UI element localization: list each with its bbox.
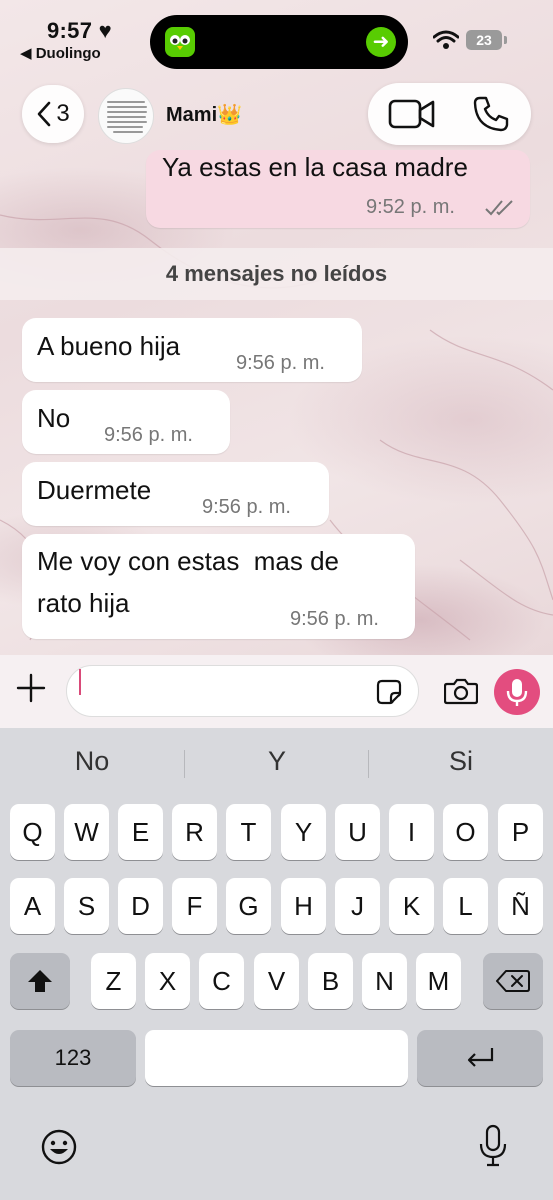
message-text: Me voy con estas mas de — [37, 546, 340, 576]
emoji-icon[interactable] — [40, 1128, 78, 1166]
key-f[interactable]: F — [172, 878, 217, 934]
contact-name[interactable]: Mami👑 — [166, 102, 242, 127]
chevron-left-icon — [38, 101, 51, 127]
key-v[interactable]: V — [254, 953, 299, 1009]
key-w[interactable]: W — [64, 804, 109, 860]
unread-divider: 4 mensajes no leídos — [0, 248, 553, 300]
key-r[interactable]: R — [172, 804, 217, 860]
message-input[interactable] — [66, 665, 419, 717]
call-actions — [368, 83, 531, 145]
video-call-icon[interactable] — [388, 97, 436, 131]
key-t[interactable]: T — [226, 804, 271, 860]
contact-avatar[interactable] — [98, 88, 154, 144]
plus-icon — [16, 673, 46, 703]
message-text: A bueno hija — [37, 331, 181, 361]
suggestion-1[interactable]: No — [0, 746, 184, 777]
message-text: No — [37, 403, 71, 433]
message-incoming[interactable]: A bueno hija 9:56 p. m. — [22, 318, 362, 382]
heart-icon: ♥ — [98, 18, 113, 43]
double-check-icon — [485, 200, 513, 216]
shift-arrow-icon — [28, 970, 52, 992]
key-n[interactable]: N — [362, 953, 407, 1009]
key-u[interactable]: U — [335, 804, 380, 860]
backspace-key[interactable] — [483, 953, 543, 1009]
key-i[interactable]: I — [389, 804, 434, 860]
numbers-key[interactable]: 123 — [10, 1030, 136, 1086]
back-button[interactable]: 3 — [22, 85, 84, 143]
key-h[interactable]: H — [281, 878, 326, 934]
sticker-icon[interactable] — [376, 679, 402, 705]
key-c[interactable]: C — [199, 953, 244, 1009]
return-arrow-icon — [467, 1048, 494, 1067]
arrow-right-icon: ➜ — [366, 27, 396, 57]
key-k[interactable]: K — [389, 878, 434, 934]
message-text: Duermete — [37, 475, 152, 505]
message-time: 9:56 p. m. — [236, 352, 325, 374]
text-cursor — [79, 669, 81, 695]
unread-chats-count: 3 — [56, 100, 70, 127]
suggestion-2[interactable]: Y — [185, 746, 369, 777]
message-text: rato hija — [37, 588, 130, 618]
duolingo-icon — [165, 27, 195, 57]
message-incoming[interactable]: Duermete 9:56 p. m. — [22, 462, 329, 526]
message-input-bar — [0, 655, 553, 728]
status-bar: 9:57 ♥ ◀ Duolingo ➜ 23 — [0, 0, 553, 70]
key-q[interactable]: Q — [10, 804, 55, 860]
message-incoming[interactable]: Me voy con estas mas de rato hija 9:56 p… — [22, 534, 415, 639]
microphone-icon — [506, 679, 528, 706]
key-e[interactable]: E — [118, 804, 163, 860]
camera-icon[interactable] — [444, 677, 478, 705]
space-key[interactable] — [145, 1030, 408, 1086]
key-g[interactable]: G — [226, 878, 271, 934]
back-to-app-link[interactable]: ◀ Duolingo — [20, 44, 101, 62]
voice-record-button[interactable] — [494, 669, 540, 715]
key-x[interactable]: X — [145, 953, 190, 1009]
message-time: 9:52 p. m. — [366, 196, 455, 218]
key-p[interactable]: P — [498, 804, 543, 860]
key-d[interactable]: D — [118, 878, 163, 934]
chat-header: 3 Mami👑 — [0, 70, 553, 160]
backspace-icon — [496, 970, 530, 992]
message-text: Ya estas en la casa madre — [162, 152, 468, 182]
key-l[interactable]: L — [443, 878, 488, 934]
key-enie[interactable]: Ñ — [498, 878, 543, 934]
attach-plus-button[interactable] — [16, 673, 46, 709]
phone-call-icon[interactable] — [472, 95, 510, 133]
message-time: 9:56 p. m. — [202, 496, 291, 518]
message-time: 9:56 p. m. — [104, 424, 193, 446]
key-z[interactable]: Z — [91, 953, 136, 1009]
key-s[interactable]: S — [64, 878, 109, 934]
message-time: 9:56 p. m. — [290, 608, 379, 630]
key-y[interactable]: Y — [281, 804, 326, 860]
key-j[interactable]: J — [335, 878, 380, 934]
suggestion-3[interactable]: Si — [369, 746, 553, 777]
dictation-microphone-icon[interactable] — [478, 1124, 508, 1168]
key-b[interactable]: B — [308, 953, 353, 1009]
battery-indicator: 23 — [466, 30, 507, 50]
shift-key[interactable] — [10, 953, 70, 1009]
message-outgoing[interactable]: Ya estas en la casa madre 9:52 p. m. — [146, 150, 530, 228]
dynamic-island[interactable]: ➜ — [150, 15, 408, 69]
message-incoming[interactable]: No 9:56 p. m. — [22, 390, 230, 454]
wifi-icon — [433, 30, 459, 49]
status-time: 9:57 ♥ — [47, 18, 113, 43]
key-m[interactable]: M — [416, 953, 461, 1009]
key-a[interactable]: A — [10, 878, 55, 934]
predictive-suggestions: No Y Si — [0, 728, 553, 798]
return-key[interactable] — [417, 1030, 543, 1086]
keyboard: No Y Si Q W E R T Y U I O P A S D F G H … — [0, 728, 553, 1200]
key-o[interactable]: O — [443, 804, 488, 860]
